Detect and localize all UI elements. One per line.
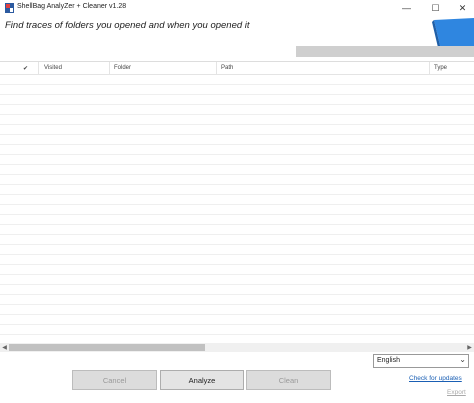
close-button[interactable]: ✕ bbox=[449, 0, 474, 16]
column-separator bbox=[109, 62, 110, 75]
language-selected-value: English bbox=[377, 357, 400, 364]
table-header: ✔ Visited Folder Path Type bbox=[0, 62, 474, 75]
page-headline: Find traces of folders you opened and wh… bbox=[5, 20, 250, 31]
results-table[interactable]: ✔ Visited Folder Path Type bbox=[0, 61, 474, 350]
app-icon bbox=[5, 3, 14, 13]
scroll-left-icon[interactable]: ◀ bbox=[0, 343, 9, 352]
chevron-down-icon: ⌄ bbox=[459, 355, 466, 364]
column-header-check[interactable]: ✔ bbox=[23, 65, 28, 72]
close-icon: ✕ bbox=[458, 2, 467, 13]
window-title: ShellBag AnalyZer + Cleaner v1.28 bbox=[17, 3, 127, 10]
column-separator bbox=[429, 62, 430, 75]
scroll-right-icon[interactable]: ▶ bbox=[465, 343, 474, 352]
title-bar: ShellBag AnalyZer + Cleaner v1.28 — ☐ ✕ bbox=[0, 0, 474, 16]
maximize-icon: ☐ bbox=[431, 2, 440, 13]
clean-button[interactable]: Clean bbox=[246, 370, 331, 390]
column-separator bbox=[216, 62, 217, 75]
column-header-type[interactable]: Type bbox=[434, 65, 447, 71]
horizontal-scrollbar[interactable]: ◀ ▶ bbox=[0, 343, 474, 352]
analyze-button[interactable]: Analyze bbox=[160, 370, 244, 390]
check-for-updates-link[interactable]: Check for updates bbox=[409, 375, 462, 382]
table-body[interactable] bbox=[0, 75, 474, 350]
column-header-path[interactable]: Path bbox=[221, 65, 233, 71]
minimize-icon: — bbox=[402, 3, 411, 13]
scrollbar-thumb[interactable] bbox=[9, 344, 205, 351]
column-separator bbox=[38, 62, 39, 75]
cancel-button[interactable]: Cancel bbox=[72, 370, 157, 390]
minimize-button[interactable]: — bbox=[393, 0, 420, 16]
export-link[interactable]: Export bbox=[447, 389, 466, 396]
column-header-visited[interactable]: Visited bbox=[44, 65, 62, 71]
progress-bar bbox=[296, 46, 474, 57]
language-select[interactable]: English ⌄ bbox=[373, 354, 469, 368]
maximize-button[interactable]: ☐ bbox=[422, 0, 449, 16]
column-header-folder[interactable]: Folder bbox=[114, 65, 131, 71]
